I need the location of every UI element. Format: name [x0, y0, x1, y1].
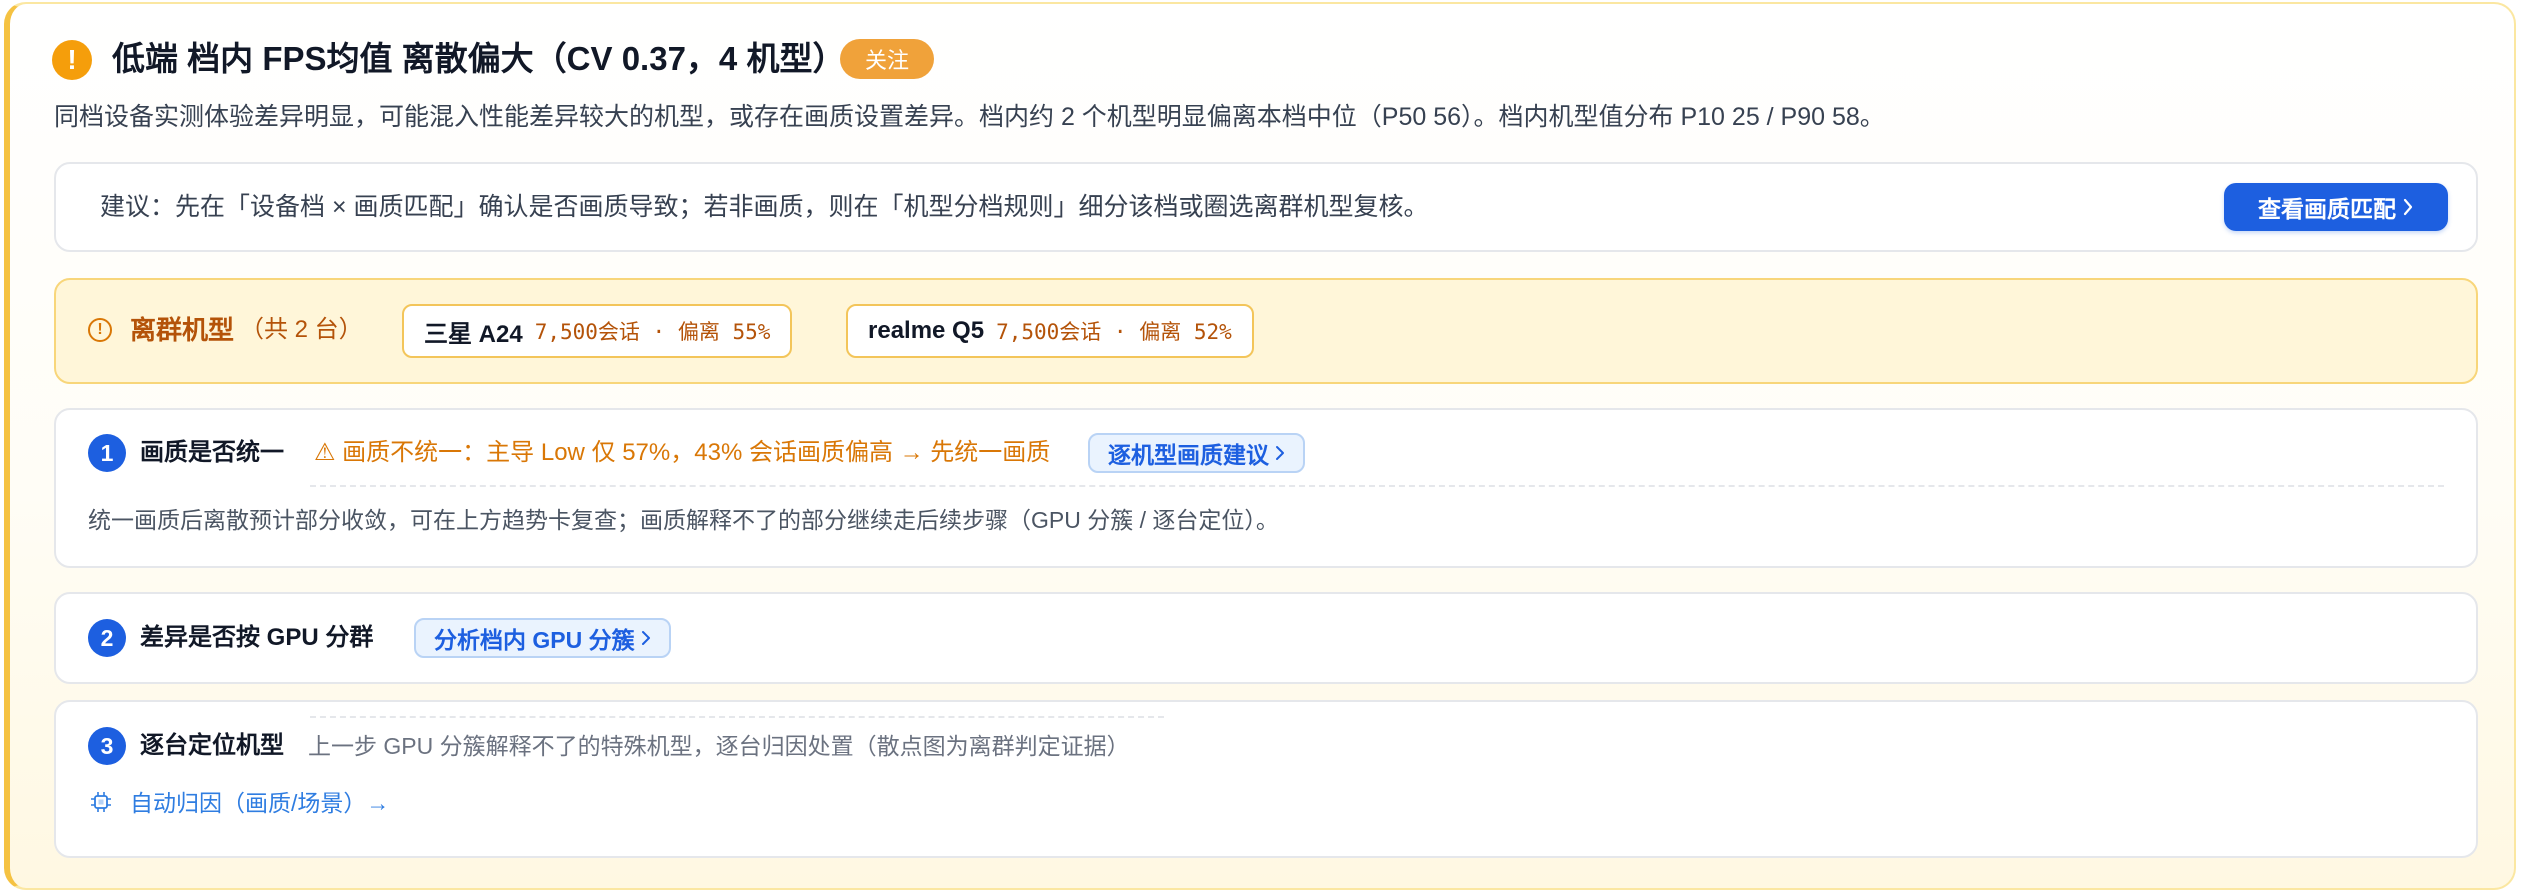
chip-icon: [91, 792, 111, 812]
view-quality-match-label: 查看画质匹配: [2258, 196, 2396, 222]
step-card-3: [54, 700, 2478, 858]
step-number-badge: 2: [88, 619, 126, 657]
analyze-gpu-cluster-button[interactable]: 分析档内 GPU 分簇: [414, 618, 671, 658]
step-title: 逐台定位机型: [140, 732, 284, 759]
step-number-badge: 3: [88, 727, 126, 765]
per-device-quality-label: 逐机型画质建议: [1108, 442, 1269, 468]
analyze-gpu-cluster-label: 分析档内 GPU 分簇: [434, 627, 635, 653]
step-card-1: [54, 408, 2478, 568]
outlier-device-meta: 7,500会话 · 偏离 52%: [996, 320, 1232, 344]
chevron-right-icon: [1276, 446, 1284, 460]
chevron-right-icon: [641, 631, 650, 645]
chevron-right-icon: [2403, 198, 2413, 216]
outlier-label: 离群机型: [130, 315, 235, 345]
outlier-device-name: realme Q5: [868, 317, 985, 344]
info-circle-icon: !: [88, 318, 112, 342]
quality-warning-text: ⚠ 画质不统一：主导 Low 仅 57%，43% 会话画质偏高 → 先统一画质: [314, 439, 1051, 466]
view-quality-match-button[interactable]: 查看画质匹配: [2224, 183, 2448, 231]
step-note: 统一画质后离散预计部分收敛，可在上方趋势卡复查；画质解释不了的部分继续走后续步骤…: [88, 507, 1279, 533]
per-device-quality-button[interactable]: 逐机型画质建议: [1088, 433, 1305, 473]
divider: [310, 485, 2444, 487]
exclamation-circle-icon: !: [52, 40, 92, 80]
step-number-badge: 1: [88, 434, 126, 472]
follow-badge[interactable]: 关注: [840, 39, 934, 79]
suggestion-text: 建议：先在「设备档 × 画质匹配」确认是否画质导致；若非画质，则在「机型分档规则…: [100, 193, 1429, 221]
step-description: 上一步 GPU 分簇解释不了的特殊机型，逐台归因处置（散点图为离群判定证据）: [308, 733, 1130, 759]
outlier-chip[interactable]: 三星 A24 7,500会话 · 偏离 55%: [402, 304, 793, 358]
divider: [310, 716, 1164, 718]
outlier-count: （共 2 台）: [240, 316, 363, 343]
outlier-device-meta: 7,500会话 · 偏离 55%: [534, 320, 771, 344]
outlier-device-name: 三星 A24: [424, 320, 523, 348]
outlier-chip[interactable]: realme Q5 7,500会话 · 偏离 52%: [846, 304, 1254, 358]
step-title: 画质是否统一: [140, 439, 284, 466]
step-title: 差异是否按 GPU 分群: [140, 624, 374, 651]
alert-title: 低端 档内 FPS均值 离散偏大（CV 0.37，4 机型）: [112, 40, 846, 77]
auto-attribution-link[interactable]: 自动归因（画质/场景）→: [130, 787, 389, 819]
alert-description: 同档设备实测体验差异明显，可能混入性能差异较大的机型，或存在画质设置差异。档内约…: [54, 103, 1885, 131]
